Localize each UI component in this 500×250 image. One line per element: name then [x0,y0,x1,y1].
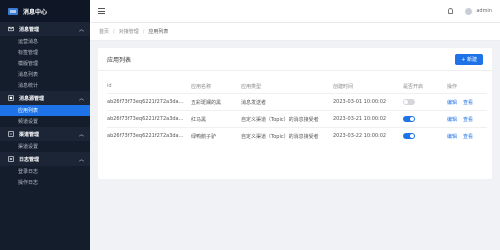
table-row: ab26f73f73eq6221f272a3da... 红马黑 自定义渠道（To… [107,110,487,128]
cell-id: ab26f73f73eq6221f272a3da... [107,110,191,128]
sidebar-item-operation-log[interactable]: 操作日志 [0,177,90,188]
sidebar-group-source[interactable]: 消息源管理 ︿ [0,91,90,105]
cell-type: 消息发送者 [241,93,333,111]
view-link[interactable]: 查看 [463,117,473,123]
sidebar-group-message[interactable]: 消息管理 ︿ [0,22,90,36]
sidebar-group-label: 消息源管理 [19,95,45,102]
card-header: 应用列表 + 新建 [98,48,492,71]
column-header-actions: 操作 [447,83,458,90]
sidebar-item-channel-settings[interactable]: 频道设置 [0,116,90,127]
enabled-toggle[interactable] [403,115,415,122]
topbar: admin [90,0,500,23]
app: 消息中心 消息管理 ︿ 运营消息 标签管理 模版管理 消息列表 消息统计 消息源… [0,0,500,250]
breadcrumb-home[interactable]: 首页 [99,28,109,35]
column-header-id: id [107,83,112,89]
sidebar-item-tag-management[interactable]: 标签管理 [0,47,90,58]
enabled-toggle[interactable] [403,98,415,105]
bell-icon[interactable] [448,8,454,14]
cell-created: 2023-03-21 10:00:02 [333,110,403,128]
cell-type: 自定义渠道（Topic）的消息接受者 [241,110,333,128]
sidebar-item-ops-message[interactable]: 运营消息 [0,36,90,47]
cell-name: 绿鸭鹅子驴 [191,127,241,144]
column-header-enabled: 是否开启 [403,83,424,90]
log-icon [8,156,14,162]
chevron-up-icon: ︿ [78,95,84,102]
sidebar-item-channel-config[interactable]: 渠道设置 [0,141,90,152]
logo-icon [8,7,18,15]
cell-type: 自定义渠道（Topic）的消息接受者 [241,127,333,144]
breadcrumb-separator: / [142,28,145,35]
edit-link[interactable]: 编辑 [447,117,457,123]
content: 应用列表 + 新建 id 应用名称 应用类型 创建时间 是否开启 操作 ab26… [90,41,500,186]
edit-link[interactable]: 编辑 [447,100,457,106]
sidebar-item-login-log[interactable]: 登录日志 [0,166,90,177]
card-title: 应用列表 [107,56,132,64]
sidebar-group-log[interactable]: 日志管理 ︿ [0,152,90,166]
breadcrumb-integration[interactable]: 对接管理 [119,28,139,35]
table-row: ab26f73f73eq6221f272a3da... 绿鸭鹅子驴 自定义渠道（… [107,127,487,144]
sidebar-item-app-list[interactable]: 应用列表 [0,105,90,116]
sidebar-group-label: 渠道管理 [19,131,40,138]
breadcrumb-separator: / [113,28,115,35]
view-link[interactable]: 查看 [463,100,473,106]
mail-icon [8,26,14,32]
column-header-type: 应用类型 [241,83,262,90]
cell-created: 2023-03-01 10:00:02 [333,93,403,111]
column-header-created: 创建时间 [333,83,354,90]
app-list-card: 应用列表 + 新建 id 应用名称 应用类型 创建时间 是否开启 操作 ab26… [98,48,492,179]
app-table: id 应用名称 应用类型 创建时间 是否开启 操作 ab26f73f73eq62… [107,79,487,144]
source-icon [8,95,14,101]
cell-name: 五彩斑斓的黑 [191,93,241,111]
chevron-up-icon: ︿ [78,131,84,138]
avatar[interactable] [465,7,473,15]
cell-id: ab26f73f73eq6221f272a3da... [107,93,191,111]
cell-name: 红马黑 [191,110,241,128]
chevron-up-icon: ︿ [78,156,84,163]
brand[interactable]: 消息中心 [0,0,90,22]
sidebar-group-label: 日志管理 [19,156,40,163]
table-row: ab26f73f73eq6221f272a3da... 五彩斑斓的黑 消息发送者… [107,93,487,111]
breadcrumb-current: 应用列表 [148,29,169,35]
username[interactable]: admin [476,8,492,14]
sidebar-group-label: 消息管理 [19,26,40,33]
sidebar-item-message-stats[interactable]: 消息统计 [0,80,90,91]
sidebar-group-channel[interactable]: 渠道管理 ︿ [0,127,90,141]
sidebar-item-template-management[interactable]: 模版管理 [0,58,90,69]
column-header-name: 应用名称 [191,83,212,90]
view-link[interactable]: 查看 [463,134,473,140]
new-button[interactable]: + 新建 [455,53,483,65]
brand-title: 消息中心 [23,8,48,16]
menu-toggle-icon[interactable] [98,8,105,14]
cell-created: 2023-03-22 10:00:02 [333,127,403,144]
channel-icon [8,131,14,137]
edit-link[interactable]: 编辑 [447,134,457,140]
main: admin 首页 / 对接管理 / 应用列表 应用列表 + 新建 id 应用名称… [90,0,500,250]
sidebar-item-message-list[interactable]: 消息列表 [0,69,90,80]
breadcrumb: 首页 / 对接管理 / 应用列表 [90,23,500,41]
sidebar: 消息中心 消息管理 ︿ 运营消息 标签管理 模版管理 消息列表 消息统计 消息源… [0,0,90,250]
enabled-toggle[interactable] [403,132,415,139]
chevron-up-icon: ︿ [78,26,84,33]
table-header-row: id 应用名称 应用类型 创建时间 是否开启 操作 [107,79,487,94]
cell-id: ab26f73f73eq6221f272a3da... [107,127,191,144]
